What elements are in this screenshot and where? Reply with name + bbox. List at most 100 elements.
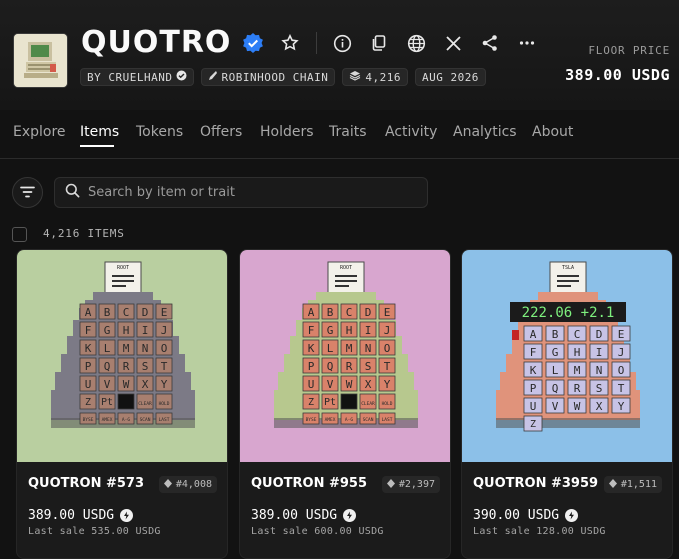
- letter-key-label: P: [308, 360, 315, 373]
- more-options-icon[interactable]: [514, 30, 540, 56]
- copy-icon[interactable]: [366, 30, 392, 56]
- tab-analytics[interactable]: Analytics: [453, 124, 517, 140]
- letter-key-label: N: [365, 342, 372, 355]
- created-date: AUG 2026: [421, 70, 479, 84]
- website-globe-icon[interactable]: [403, 30, 429, 56]
- function-key: [117, 393, 135, 410]
- paper-line: [557, 285, 571, 287]
- chain-name: ROBINHOOD CHAIN: [221, 70, 329, 84]
- tab-about[interactable]: About: [532, 124, 573, 140]
- letter-key-label: D: [142, 306, 149, 319]
- letter-key-label: C: [574, 328, 581, 341]
- favorite-star-icon[interactable]: [277, 30, 303, 56]
- letter-key-label: E: [161, 306, 168, 319]
- rarity-rank-badge: #4,008: [158, 476, 217, 493]
- letter-key-label: W: [346, 378, 353, 391]
- letter-key-label: I: [365, 324, 372, 337]
- paper-line: [557, 280, 579, 282]
- filter-icon: [20, 183, 35, 202]
- letter-key-label: V: [327, 378, 334, 391]
- letter-key-label: Q: [104, 360, 111, 373]
- paper-line: [335, 280, 357, 282]
- search-input[interactable]: [88, 185, 408, 200]
- letter-key-label: Q: [552, 382, 559, 395]
- tab-offers[interactable]: Offers: [200, 124, 242, 140]
- letter-key-label: C: [123, 306, 130, 319]
- item-card[interactable]: ROOT A B C D E F G H I J K L M N O P Q R S T U V W X Y Z Pt CLEAR HOL…: [239, 249, 451, 559]
- share-icon[interactable]: [477, 30, 503, 56]
- rarity-diamond-icon: [608, 478, 617, 491]
- select-all-checkbox[interactable]: [12, 227, 27, 242]
- chain-feather-icon: [208, 70, 218, 84]
- tab-activity[interactable]: Activity: [385, 124, 437, 140]
- floor-price-value: 389.00 USDG: [565, 66, 670, 84]
- supply-count: 4,216: [365, 70, 401, 84]
- letter-key-label: I: [142, 324, 149, 337]
- ticker-readout: 222.06 +2.1: [522, 305, 615, 321]
- usdg-coin-icon: [343, 509, 357, 522]
- letter-key-label: K: [85, 342, 92, 355]
- layers-icon: [349, 70, 361, 84]
- letter-key-label: R: [123, 360, 130, 373]
- letter-key-label: J: [384, 324, 391, 337]
- letter-key-label: O: [161, 342, 168, 355]
- rarity-rank: #2,397: [398, 479, 435, 490]
- letter-key-label: B: [552, 328, 559, 341]
- title-toolbar: [240, 30, 551, 56]
- usdg-coin-icon: [120, 509, 134, 522]
- exchange-key-label: AMEX: [325, 417, 336, 423]
- letter-key-label: L: [327, 342, 334, 355]
- function-key-label: Z: [308, 397, 314, 408]
- tab-items[interactable]: Items: [80, 124, 119, 140]
- chain-chip[interactable]: ROBINHOOD CHAIN: [201, 68, 336, 86]
- letter-key-label: X: [365, 378, 372, 391]
- function-key-label: Z: [85, 397, 91, 408]
- price-value: 389.00 USDG: [251, 508, 338, 523]
- red-indicator-key: [512, 330, 519, 340]
- tab-traits[interactable]: Traits: [329, 124, 367, 140]
- item-card[interactable]: TSLA 222.06 +2.1 A B C D E F G H I J K L M N O P Q R S T U V W X Y…: [461, 249, 673, 559]
- letter-key-label: H: [346, 324, 353, 337]
- creator-name: BY CRUELHAND: [87, 70, 173, 84]
- letter-key-label: F: [530, 346, 537, 359]
- letter-key-label: A: [530, 328, 537, 341]
- exchange-key-label: A-G: [345, 417, 353, 423]
- function-key-label: Z: [530, 419, 536, 430]
- function-key: [340, 393, 358, 410]
- collection-title: QUOTRO…: [81, 25, 231, 60]
- items-count: 4,216 ITEMS: [43, 227, 125, 240]
- verified-creator-icon: [176, 70, 187, 84]
- info-icon[interactable]: [329, 30, 355, 56]
- function-key-label: HOLD: [159, 401, 170, 407]
- item-name: QUOTRON #573: [28, 476, 145, 491]
- rarity-rank-badge: #1,511: [603, 476, 662, 493]
- x-social-icon[interactable]: [440, 30, 466, 56]
- letter-key-label: J: [161, 324, 168, 337]
- letter-key-label: Q: [327, 360, 334, 373]
- creator-chip[interactable]: BY CRUELHAND: [80, 68, 195, 86]
- price-value: 389.00 USDG: [28, 508, 115, 523]
- tab-holders[interactable]: Holders: [260, 124, 314, 140]
- item-name: QUOTRON #3959: [473, 476, 599, 491]
- paper-line: [335, 285, 349, 287]
- date-chip: AUG 2026: [414, 68, 486, 86]
- collection-logo: [13, 33, 68, 88]
- letter-key-label: G: [104, 324, 111, 337]
- search-bar[interactable]: [54, 177, 428, 208]
- letter-key-label: R: [574, 382, 581, 395]
- last-sale: Last sale 535.00 USDG: [28, 526, 161, 537]
- filter-button[interactable]: [12, 177, 43, 208]
- tab-tokens[interactable]: Tokens: [136, 124, 183, 140]
- last-sale: Last sale 600.00 USDG: [251, 526, 384, 537]
- tab-explore[interactable]: Explore: [13, 124, 66, 140]
- search-icon: [65, 183, 80, 202]
- price-value: 390.00 USDG: [473, 508, 560, 523]
- letter-key-label: M: [574, 364, 581, 377]
- letter-key-label: F: [308, 324, 315, 337]
- active-tab-indicator: [80, 145, 114, 147]
- exchange-key-label: SCAN: [140, 417, 151, 423]
- floor-price-label: FLOOR PRICE: [588, 44, 670, 57]
- function-key-label: Pt: [101, 397, 113, 408]
- item-card[interactable]: ROOT A B C D E F G H I J K L M N O P Q R S T U V W X Y Z Pt CLEAR HOL…: [16, 249, 228, 559]
- letter-key-label: V: [552, 400, 559, 413]
